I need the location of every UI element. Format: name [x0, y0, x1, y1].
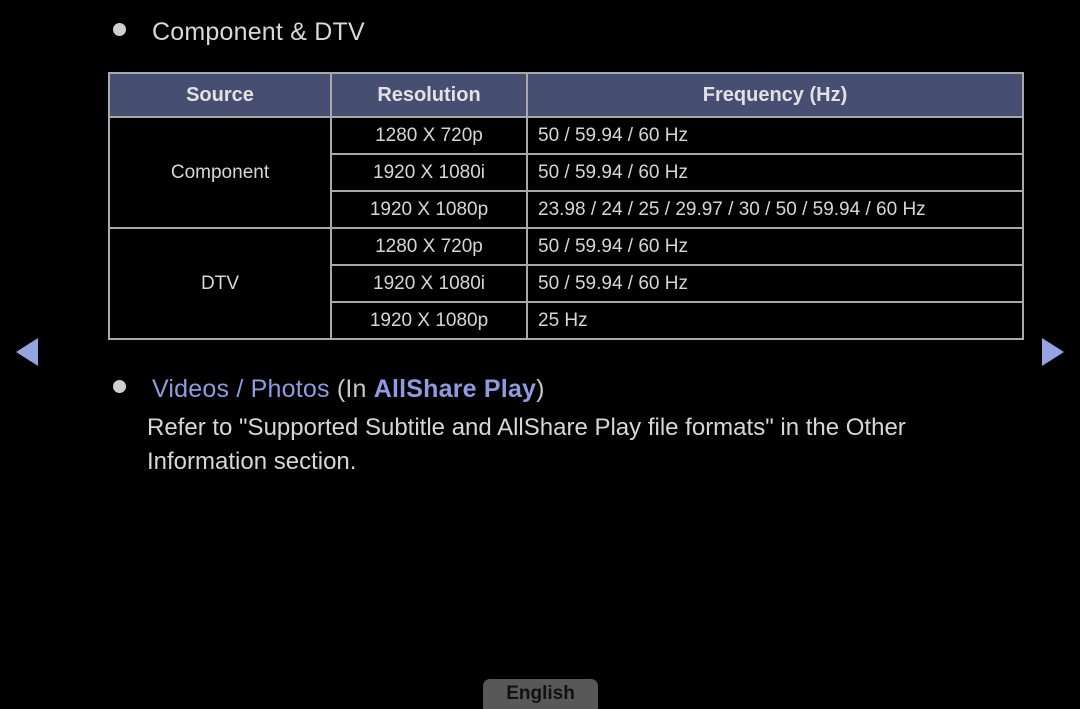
body-paragraph: Refer to "Supported Subtitle and AllShar… — [147, 414, 906, 475]
section-title-paren-close: ) — [536, 375, 545, 403]
resolution-cell: 1920 X 1080i — [330, 264, 528, 303]
resolution-cell: 1920 X 1080p — [330, 190, 528, 229]
resolution-cell: 1920 X 1080i — [330, 153, 528, 192]
section-title-component-dtv: Component & DTV — [152, 18, 365, 46]
frequency-cell: 50 / 59.94 / 60 Hz — [526, 153, 1024, 192]
frequency-cell: 50 / 59.94 / 60 Hz — [526, 116, 1024, 155]
supported-resolution-table: Source Resolution Frequency (Hz) Compone… — [108, 72, 1024, 340]
resolution-cell: 1280 X 720p — [330, 116, 528, 155]
frequency-cell: 25 Hz — [526, 301, 1024, 340]
frequency-cell: 23.98 / 24 / 25 / 29.97 / 30 / 50 / 59.9… — [526, 190, 1024, 229]
source-cell-dtv: DTV — [108, 227, 332, 340]
section-heading-component-dtv: Component & DTV — [113, 18, 365, 47]
triangle-left-icon[interactable] — [16, 338, 38, 366]
table-row: DTV 1280 X 720p 50 / 59.94 / 60 Hz — [108, 227, 1024, 340]
bullet-dot-icon — [113, 23, 126, 36]
table-header-row: Source Resolution Frequency (Hz) — [108, 72, 1024, 118]
frequency-cell: 50 / 59.94 / 60 Hz — [526, 264, 1024, 303]
resolution-cell: 1280 X 720p — [330, 227, 528, 266]
section-title-accent: Videos / Photos — [152, 375, 330, 403]
section-title-allshare-play: AllShare Play — [373, 375, 537, 403]
table-row: Component 1280 X 720p 50 / 59.94 / 60 Hz — [108, 116, 1024, 229]
source-cell-component: Component — [108, 116, 332, 229]
resolution-cell: 1920 X 1080p — [330, 301, 528, 340]
column-header-resolution: Resolution — [330, 72, 528, 118]
frequency-cell: 50 / 59.94 / 60 Hz — [526, 227, 1024, 266]
section-title-videos-photos: Videos / Photos (In AllShare Play) — [152, 375, 545, 404]
language-button-label: English — [506, 683, 575, 704]
section-title-paren-open: (In — [329, 375, 374, 403]
bullet-dot-icon — [113, 380, 126, 393]
triangle-right-icon[interactable] — [1042, 338, 1064, 366]
column-header-frequency: Frequency (Hz) — [526, 72, 1024, 118]
section-heading-videos-photos: Videos / Photos (In AllShare Play) — [113, 375, 545, 404]
column-header-source: Source — [108, 72, 332, 118]
